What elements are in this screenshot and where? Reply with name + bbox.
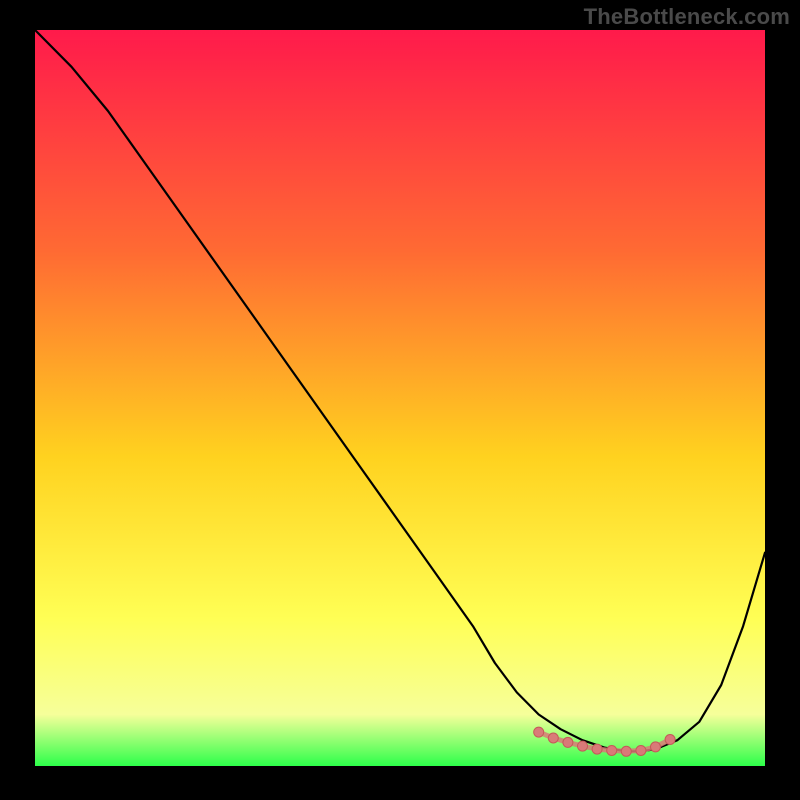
marker-dot	[592, 744, 602, 754]
watermark-text: TheBottleneck.com	[584, 4, 790, 30]
marker-dot	[563, 737, 573, 747]
marker-dot	[534, 727, 544, 737]
marker-dot	[548, 733, 558, 743]
marker-dot	[578, 741, 588, 751]
gradient-background	[35, 30, 765, 766]
plot-area	[35, 30, 765, 766]
chart-frame: TheBottleneck.com	[0, 0, 800, 800]
marker-dot	[665, 735, 675, 745]
marker-dot	[621, 746, 631, 756]
marker-dot	[636, 746, 646, 756]
bottleneck-chart	[35, 30, 765, 766]
marker-dot	[651, 742, 661, 752]
marker-dot	[607, 746, 617, 756]
